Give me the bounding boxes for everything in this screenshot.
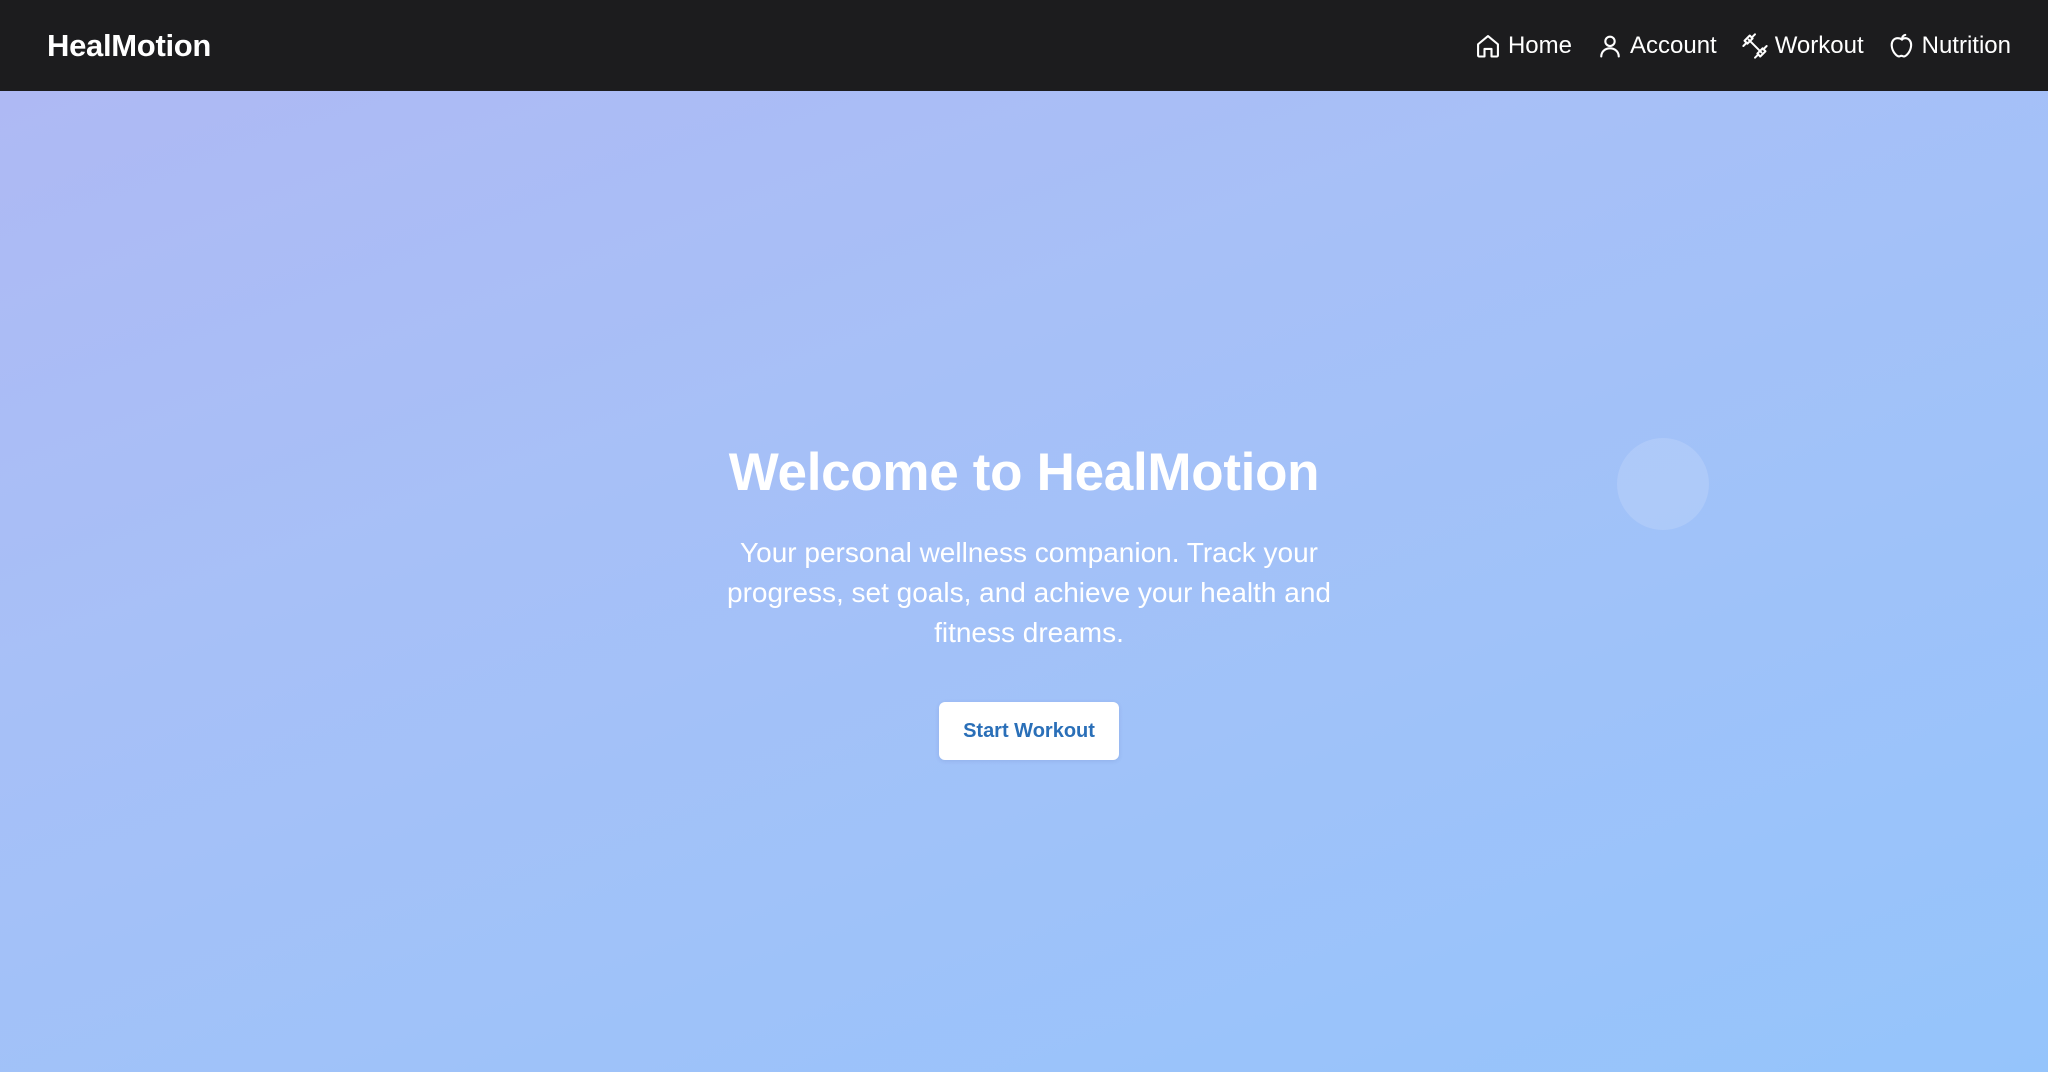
home-icon [1474,32,1502,60]
hero-subtitle: Your personal wellness companion. Track … [727,537,1331,648]
nav-link-home[interactable]: Home [1474,32,1572,60]
nav-links: Home Account Workout Nutrition [1474,0,2011,91]
top-navbar: HealMotion Home Account Workout Nutritio… [0,0,2048,91]
nav-link-label: Nutrition [1921,31,2011,59]
nav-link-nutrition[interactable]: Nutrition [1888,32,2011,60]
nav-link-label: Account [1629,31,1717,59]
user-icon [1596,32,1624,60]
start-workout-button[interactable]: Start Workout [939,702,1119,760]
nav-link-workout[interactable]: Workout [1741,32,1864,60]
nav-link-label: Workout [1774,31,1864,59]
hero-title: Welcome to HealMotion [728,443,1320,502]
nav-link-label: Home [1507,31,1572,59]
dumbbell-icon [1741,32,1769,60]
apple-icon [1888,32,1916,60]
hero-section: Welcome to HealMotion Your personal well… [0,91,2048,1072]
brand-logo[interactable]: HealMotion [47,0,211,91]
nav-link-account[interactable]: Account [1596,32,1717,60]
